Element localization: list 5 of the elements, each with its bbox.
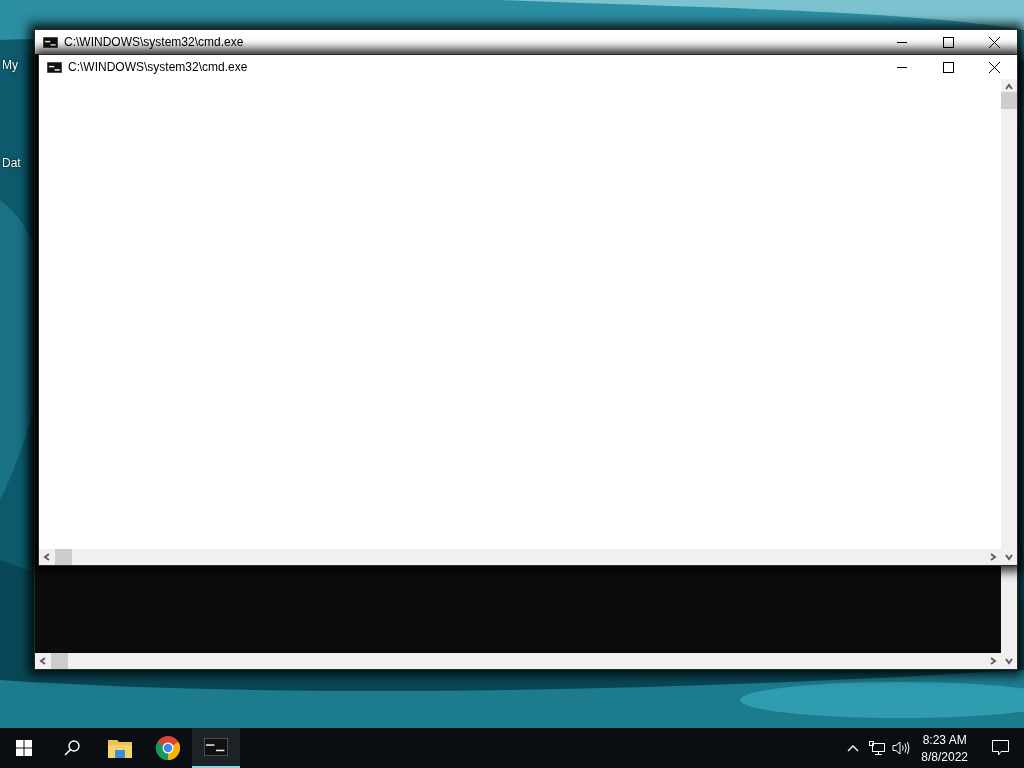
desktop-icon-label[interactable]: My: [0, 58, 21, 72]
window-title: C:\WINDOWS\system32\cmd.exe: [68, 60, 249, 74]
clock[interactable]: 8:23 AM 8/8/2022: [913, 732, 976, 764]
window-title: C:\WINDOWS\system32\cmd.exe: [64, 35, 245, 49]
desktop-icon-label[interactable]: Dat: [0, 156, 21, 170]
